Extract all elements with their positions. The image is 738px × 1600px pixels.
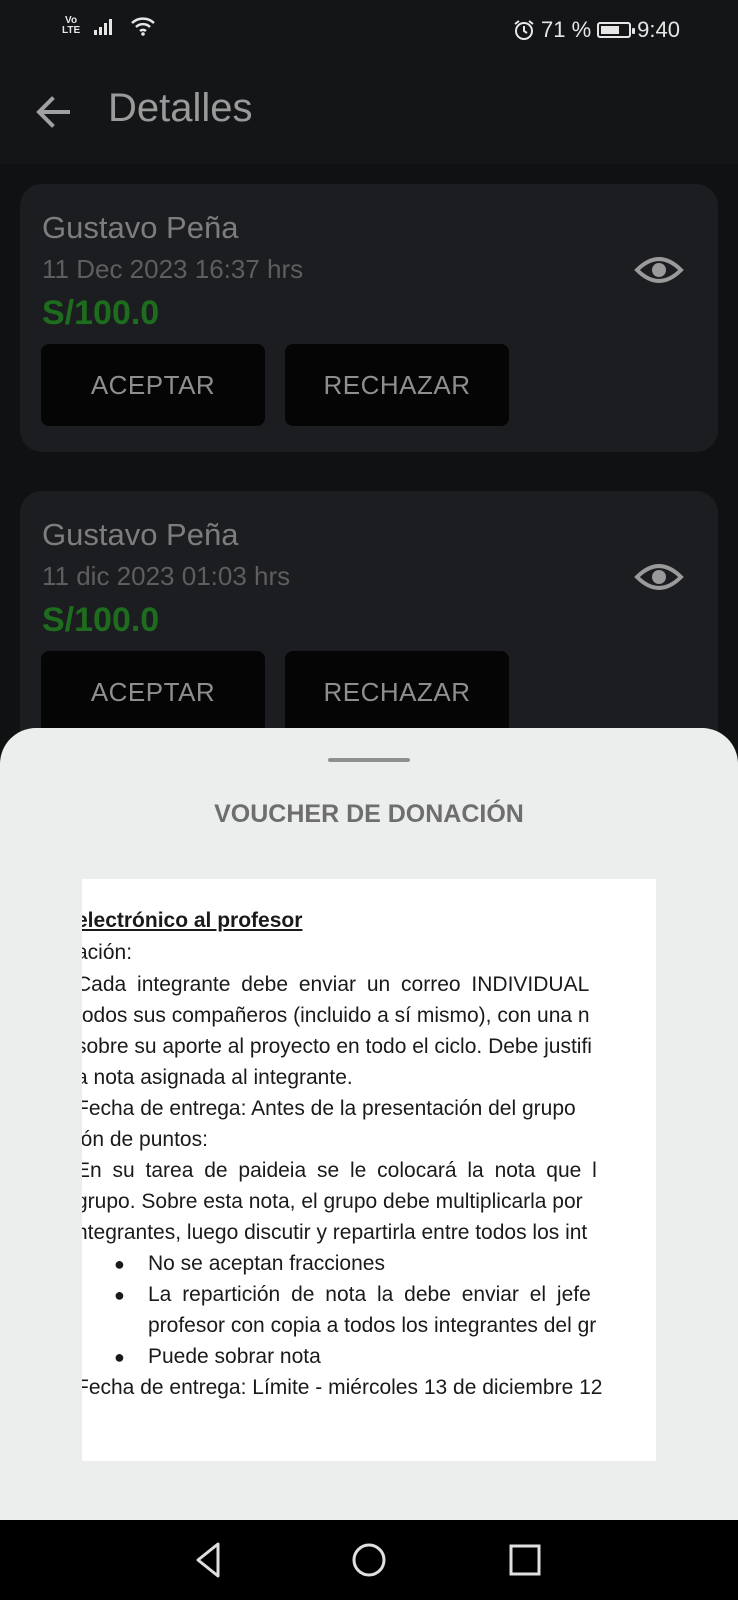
donor-name: Gustavo Peña: [42, 517, 239, 552]
voucher-line: todos sus compañeros (incluido a sí mism…: [82, 1004, 590, 1027]
eye-icon[interactable]: [634, 557, 684, 597]
wifi-icon: [131, 17, 156, 36]
system-nav-bar: [0, 1520, 738, 1600]
volte-indicator: Vo LTE: [62, 15, 81, 36]
battery-icon: [597, 22, 636, 38]
voucher-line: ntegrantes, luego discutir y repartirla …: [82, 1221, 588, 1244]
voucher-line: sobre su aporte al proyecto en todo el c…: [82, 1035, 592, 1058]
eye-icon[interactable]: [634, 250, 684, 290]
voucher-line: En su tarea de paideia se le colocará la…: [82, 1159, 597, 1182]
voucher-line: ión de puntos:: [82, 1128, 208, 1151]
donation-card: Gustavo Peña 11 dic 2023 01:03 hrs S/100…: [20, 491, 718, 759]
voucher-line: ación:: [82, 941, 133, 964]
voucher-image: electrónico al profesor ación: Cada inte…: [82, 879, 656, 1461]
bullet-icon: ●: [114, 1254, 125, 1274]
reject-button[interactable]: RECHAZAR: [285, 651, 509, 733]
status-left: Vo LTE: [62, 16, 156, 36]
nav-recents-icon[interactable]: [503, 1538, 547, 1582]
battery-percent: 71 %: [541, 17, 592, 42]
battery-level: [601, 26, 620, 34]
voucher-line: Puede sobrar nota: [148, 1345, 321, 1368]
accept-button[interactable]: ACEPTAR: [41, 651, 265, 733]
donation-amount: S/100.0: [42, 294, 160, 332]
voucher-line: No se aceptan fracciones: [148, 1252, 385, 1275]
reject-button[interactable]: RECHAZAR: [285, 344, 509, 426]
voucher-line: grupo. Sobre esta nota, el grupo debe mu…: [82, 1190, 583, 1213]
app-bar: Detalles: [0, 60, 738, 164]
clock: 9:40: [637, 17, 680, 42]
nav-home-icon[interactable]: [347, 1538, 391, 1582]
voucher-bottom-sheet: VOUCHER DE DONACIÓN electrónico al profe…: [0, 728, 738, 1520]
donor-name: Gustavo Peña: [42, 210, 239, 245]
bullet-icon: ●: [114, 1347, 125, 1367]
donation-date: 11 Dec 2023 16:37 hrs: [42, 254, 304, 284]
back-arrow-icon[interactable]: [32, 90, 76, 134]
voucher-line: Cada integrante debe enviar un correo IN…: [82, 973, 590, 996]
alarm-icon: [514, 20, 534, 40]
bullet-icon: ●: [114, 1285, 125, 1305]
status-right: 71 % 9:40: [513, 17, 680, 43]
donation-date: 11 dic 2023 01:03 hrs: [42, 561, 291, 591]
donation-card: Gustavo Peña 11 Dec 2023 16:37 hrs S/100…: [20, 184, 718, 452]
drag-handle[interactable]: [328, 758, 410, 762]
voucher-line: profesor con copia a todos los integrant…: [148, 1314, 597, 1337]
voucher-line: Fecha de entrega: Límite - miércoles 13 …: [82, 1376, 603, 1399]
donation-amount: S/100.0: [42, 601, 160, 639]
status-bar: Vo LTE 71 % 9:40: [0, 0, 738, 60]
voucher-line: a nota asignada al integrante.: [82, 1066, 353, 1089]
voucher-line: Fecha de entrega: Antes de la presentaci…: [82, 1097, 576, 1120]
voucher-line: electrónico al profesor: [82, 909, 303, 932]
page-title: Detalles: [108, 86, 253, 130]
sheet-title: VOUCHER DE DONACIÓN: [214, 800, 524, 828]
signal-icon: [94, 19, 113, 35]
voucher-line: La repartición de nota la debe enviar el…: [148, 1283, 591, 1306]
accept-button[interactable]: ACEPTAR: [41, 344, 265, 426]
nav-back-icon[interactable]: [188, 1538, 232, 1582]
